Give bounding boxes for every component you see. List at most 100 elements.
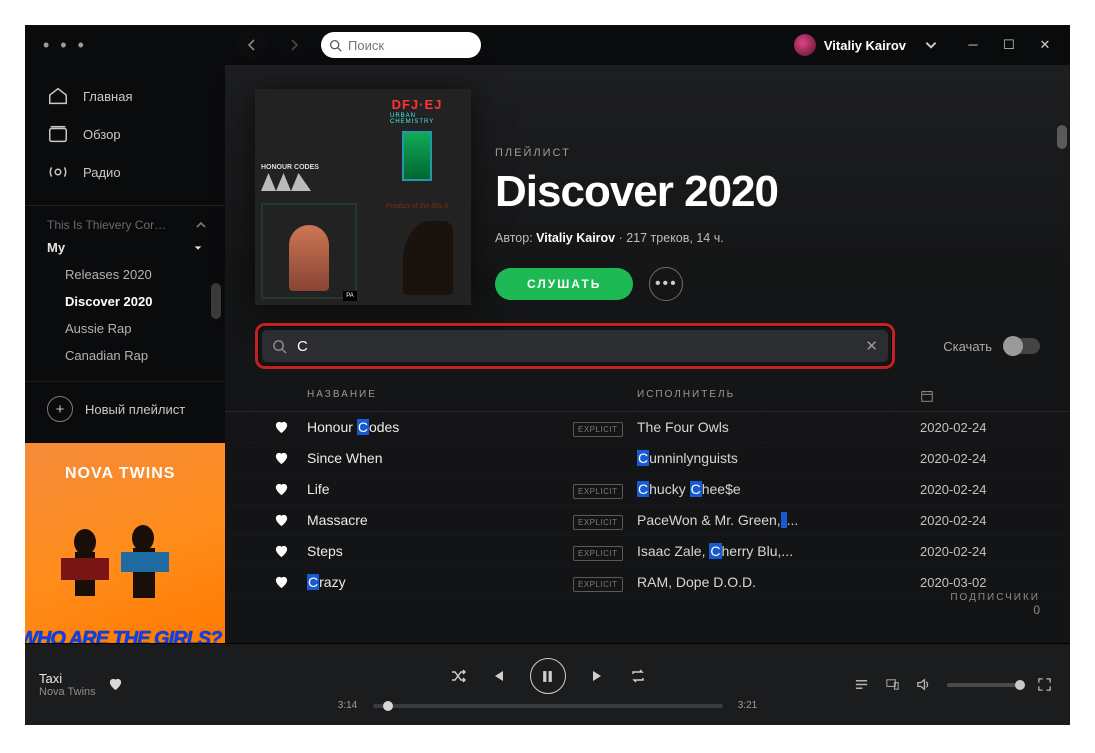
main-area: Главная Обзор Радио This Is Thievery Cor… bbox=[25, 65, 1070, 643]
devices-button[interactable] bbox=[885, 677, 900, 692]
track-row[interactable]: Massacre EXPLICIT PaceWon & Mr. Green, .… bbox=[225, 505, 1070, 536]
filter-highlight: ✕ bbox=[255, 323, 895, 369]
explicit-badge: EXPLICIT bbox=[573, 422, 623, 437]
heart-icon[interactable] bbox=[274, 544, 289, 559]
total-time: 3:21 bbox=[733, 700, 763, 711]
track-artist[interactable]: RAM, Dope D.O.D. bbox=[637, 574, 920, 590]
playlist-cover[interactable]: HONOUR CODES DFJ·EJURBAN CHEMISTRY PA Pr… bbox=[255, 89, 471, 305]
caret-down-icon bbox=[193, 243, 203, 253]
art-graffiti: WHO ARE THE GIRLS? bbox=[25, 630, 221, 643]
download-toggle[interactable] bbox=[1004, 338, 1040, 354]
track-date: 2020-02-24 bbox=[920, 420, 1040, 435]
repeat-button[interactable] bbox=[630, 668, 646, 684]
track-title: Massacre bbox=[307, 512, 573, 528]
new-playlist-label: Новый плейлист bbox=[85, 402, 185, 417]
seek-knob[interactable] bbox=[383, 701, 393, 711]
heart-icon[interactable] bbox=[274, 420, 289, 435]
shuffle-button[interactable] bbox=[450, 668, 466, 684]
now-playing-art[interactable]: NOVA TWINS WHO ARE THE GIRLS? bbox=[25, 443, 225, 643]
content: HONOUR CODES DFJ·EJURBAN CHEMISTRY PA Pr… bbox=[225, 65, 1070, 643]
play-button[interactable]: СЛУШАТЬ bbox=[495, 268, 633, 300]
search-icon bbox=[329, 39, 342, 52]
scrollbar-thumb[interactable] bbox=[211, 283, 221, 319]
track-row[interactable]: Honour Codes EXPLICIT The Four Owls 2020… bbox=[225, 412, 1070, 443]
sidebar-playlist-item[interactable]: Aussie Rap bbox=[25, 315, 225, 342]
sidebar-playlist-item[interactable]: Discover 2020 bbox=[25, 288, 225, 315]
fullscreen-button[interactable] bbox=[1037, 677, 1052, 692]
next-button[interactable] bbox=[590, 668, 606, 684]
track-title: Steps bbox=[307, 543, 573, 559]
play-pause-button[interactable] bbox=[530, 658, 566, 694]
elapsed-time: 3:14 bbox=[333, 700, 363, 711]
maximize-button[interactable]: ☐ bbox=[1002, 37, 1016, 53]
chevron-up-icon[interactable] bbox=[195, 219, 207, 231]
column-date[interactable] bbox=[920, 389, 1040, 403]
sidebar-item-label: Главная bbox=[83, 89, 132, 104]
previous-button[interactable] bbox=[490, 668, 506, 684]
player-bar: Taxi Nova Twins 3:14 3:21 bbox=[25, 643, 1070, 725]
user-name: Vitaliy Kairov bbox=[824, 38, 906, 53]
column-artist[interactable]: ИСПОЛНИТЕЛЬ bbox=[637, 389, 920, 403]
track-row[interactable]: Life EXPLICIT Chucky Chee$e 2020-02-24 bbox=[225, 474, 1070, 505]
folder-label: My bbox=[47, 240, 65, 255]
track-row[interactable]: Crazy EXPLICIT RAM, Dope D.O.D. 2020-03-… bbox=[225, 567, 1070, 598]
playlist-filter[interactable]: ✕ bbox=[262, 330, 888, 362]
calendar-icon bbox=[920, 389, 934, 403]
sidebar-item-browse[interactable]: Обзор bbox=[25, 115, 225, 153]
heart-icon[interactable] bbox=[108, 677, 123, 692]
content-scrollbar[interactable] bbox=[1057, 125, 1067, 149]
nav-back-button[interactable] bbox=[237, 30, 267, 60]
minimize-button[interactable]: ─ bbox=[966, 37, 980, 53]
track-row[interactable]: Steps EXPLICIT Isaac Zale, Cherry Blu,..… bbox=[225, 536, 1070, 567]
sidebar-folder-my[interactable]: My bbox=[25, 234, 225, 261]
sidebar-item-home[interactable]: Главная bbox=[25, 77, 225, 115]
global-search[interactable] bbox=[321, 32, 481, 58]
heart-icon[interactable] bbox=[274, 482, 289, 497]
track-title: Since When bbox=[307, 450, 573, 466]
track-artist[interactable]: PaceWon & Mr. Green, ... bbox=[637, 512, 920, 528]
sidebar-playlist-item[interactable]: Releases 2020 bbox=[25, 261, 225, 288]
sidebar-truncated: This Is Thievery Cor… bbox=[25, 212, 225, 234]
user-menu[interactable]: Vitaliy Kairov bbox=[794, 34, 938, 56]
nav-forward-button[interactable] bbox=[279, 30, 309, 60]
track-artist[interactable]: Isaac Zale, Cherry Blu,... bbox=[637, 543, 920, 559]
volume-knob[interactable] bbox=[1015, 680, 1025, 690]
explicit-badge: EXPLICIT bbox=[573, 484, 623, 499]
browse-icon bbox=[47, 123, 69, 145]
playlist-meta: Автор: Vitaliy Kairov · 217 треков, 14 ч… bbox=[495, 231, 1040, 245]
track-date: 2020-02-24 bbox=[920, 451, 1040, 466]
home-icon bbox=[47, 85, 69, 107]
track-date: 2020-02-24 bbox=[920, 513, 1040, 528]
more-options-button[interactable]: ••• bbox=[649, 267, 683, 301]
followers-block: ПОДПИСЧИКИ 0 bbox=[950, 592, 1040, 617]
heart-icon[interactable] bbox=[274, 451, 289, 466]
volume-slider[interactable] bbox=[947, 683, 1021, 687]
sidebar-item-radio[interactable]: Радио bbox=[25, 153, 225, 191]
heart-icon[interactable] bbox=[274, 513, 289, 528]
new-playlist-button[interactable]: + Новый плейлист bbox=[25, 381, 225, 436]
track-artist[interactable]: Cunninlynguists bbox=[637, 450, 920, 466]
playlist-header: HONOUR CODES DFJ·EJURBAN CHEMISTRY PA Pr… bbox=[225, 65, 1070, 323]
now-playing-title[interactable]: Taxi bbox=[39, 671, 96, 686]
seek-bar[interactable] bbox=[373, 704, 723, 708]
app-window: • • • Vitaliy Kairov ─ ☐ ✕ bbox=[25, 25, 1070, 725]
playlist-author-link[interactable]: Vitaliy Kairov bbox=[536, 231, 615, 245]
pause-icon bbox=[541, 670, 554, 683]
track-artist[interactable]: Chucky Chee$e bbox=[637, 481, 920, 497]
heart-icon[interactable] bbox=[274, 575, 289, 590]
sidebar-playlists[interactable]: Releases 2020 Discover 2020 Aussie Rap C… bbox=[25, 261, 225, 381]
track-row[interactable]: Since When Cunninlynguists 2020-02-24 bbox=[225, 443, 1070, 474]
global-search-input[interactable] bbox=[348, 38, 448, 53]
volume-button[interactable] bbox=[916, 677, 931, 692]
clear-filter-button[interactable]: ✕ bbox=[865, 337, 878, 355]
titlebar: • • • Vitaliy Kairov ─ ☐ ✕ bbox=[25, 25, 1070, 65]
column-title[interactable]: НАЗВАНИЕ bbox=[307, 389, 573, 403]
app-menu[interactable]: • • • bbox=[25, 35, 225, 56]
queue-button[interactable] bbox=[854, 677, 869, 692]
playlist-filter-input[interactable] bbox=[297, 338, 855, 355]
avatar bbox=[794, 34, 816, 56]
track-table-header: НАЗВАНИЕ ИСПОЛНИТЕЛЬ bbox=[225, 381, 1070, 412]
now-playing-artist[interactable]: Nova Twins bbox=[39, 686, 96, 698]
track-artist[interactable]: The Four Owls bbox=[637, 419, 920, 435]
close-button[interactable]: ✕ bbox=[1038, 37, 1052, 53]
